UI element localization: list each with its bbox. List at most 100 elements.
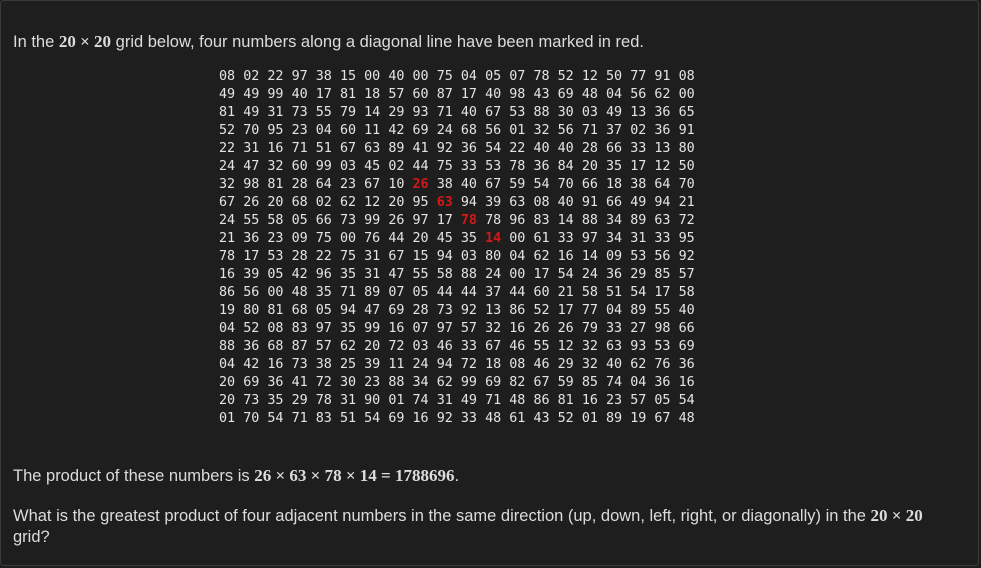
- grid-number: 00: [412, 69, 429, 84]
- grid-number: 48: [291, 285, 308, 300]
- grid-number: 40: [460, 105, 477, 120]
- grid-number: 34: [606, 213, 623, 228]
- grid-number: 00: [509, 231, 526, 246]
- grid-number: 31: [364, 267, 381, 282]
- grid-number: 40: [460, 177, 477, 192]
- grid-number: 99: [460, 375, 477, 390]
- grid-number: 05: [412, 285, 429, 300]
- grid-number: 32: [485, 321, 502, 336]
- question-text-before: What is the greatest product of four adj…: [13, 507, 871, 525]
- grid-number: 88: [533, 105, 550, 120]
- grid-number: 86: [219, 285, 236, 300]
- grid-number: 67: [364, 177, 381, 192]
- grid-number: 44: [436, 285, 453, 300]
- number-grid: 08 02 22 97 38 15 00 40 00 75 04 05 07 7…: [219, 68, 695, 428]
- grid-number: 20: [364, 339, 381, 354]
- grid-number: 50: [606, 69, 623, 84]
- grid-number: 18: [606, 177, 623, 192]
- grid-number: 62: [339, 195, 357, 210]
- grid-number: 63: [606, 339, 623, 354]
- grid-number: 05: [315, 303, 332, 318]
- grid-row: 78 17 53 28 22 75 31 67 15 94 03 80 04 6…: [219, 248, 695, 266]
- grid-number: 72: [678, 213, 695, 228]
- grid-number: 71: [436, 105, 453, 120]
- grid-number: 69: [485, 375, 502, 390]
- grid-row: 86 56 00 48 35 71 89 07 05 44 44 37 44 6…: [219, 284, 695, 302]
- grid-number: 07: [412, 321, 429, 336]
- grid-number: 16: [219, 267, 236, 282]
- grid-number: 16: [678, 375, 695, 390]
- grid-number: 66: [678, 321, 695, 336]
- grid-number: 31: [267, 105, 284, 120]
- grid-row: 32 98 81 28 64 23 67 10 26 38 40 67 59 5…: [219, 176, 695, 194]
- grid-number: 44: [388, 231, 405, 246]
- grid-number: 15: [339, 69, 357, 84]
- grid-number: 43: [533, 411, 550, 426]
- grid-number: 31: [243, 141, 260, 156]
- grid-number: 36: [606, 267, 623, 282]
- grid-number: 46: [533, 357, 550, 372]
- grid-number: 67: [219, 195, 236, 210]
- grid-number: 32: [581, 339, 598, 354]
- grid-number: 52: [557, 69, 574, 84]
- grid-number: 93: [630, 339, 647, 354]
- grid-number: 35: [339, 321, 357, 336]
- grid-number: 94: [654, 195, 671, 210]
- grid-number: 17: [533, 267, 550, 282]
- grid-number: 89: [606, 411, 623, 426]
- grid-number: 39: [364, 357, 381, 372]
- grid-number: 16: [267, 357, 284, 372]
- grid-number: 51: [606, 285, 623, 300]
- grid-number: 04: [460, 69, 477, 84]
- grid-number: 98: [509, 87, 526, 102]
- grid-number: 09: [291, 231, 308, 246]
- grid-number: 29: [630, 267, 647, 282]
- grid-number: 68: [267, 339, 284, 354]
- marked-grid-number: 63: [436, 195, 453, 210]
- grid-number: 97: [315, 321, 332, 336]
- grid-row: 16 39 05 42 96 35 31 47 55 58 88 24 00 1…: [219, 266, 695, 284]
- grid-number: 65: [678, 105, 695, 120]
- grid-number: 24: [412, 357, 429, 372]
- grid-number: 10: [388, 177, 405, 192]
- grid-number: 92: [436, 411, 453, 426]
- grid-number: 01: [509, 123, 526, 138]
- grid-number: 95: [267, 123, 284, 138]
- grid-number: 56: [243, 285, 260, 300]
- grid-number: 75: [315, 231, 332, 246]
- grid-number: 75: [339, 249, 357, 264]
- grid-number: 28: [412, 303, 429, 318]
- intro-grid-size: 20 × 20: [58, 32, 112, 51]
- grid-number: 12: [557, 339, 574, 354]
- grid-number: 91: [678, 123, 695, 138]
- grid-number: 46: [436, 339, 453, 354]
- grid-number: 91: [581, 195, 598, 210]
- grid-number: 68: [291, 195, 308, 210]
- grid-number: 14: [364, 105, 381, 120]
- grid-number: 55: [412, 267, 429, 282]
- grid-number: 38: [630, 177, 647, 192]
- grid-number: 47: [364, 303, 381, 318]
- grid-number: 52: [557, 411, 574, 426]
- grid-number: 97: [291, 69, 308, 84]
- grid-number: 07: [388, 285, 405, 300]
- grid-number: 08: [267, 321, 284, 336]
- grid-number: 30: [339, 375, 357, 390]
- grid-number: 36: [460, 141, 477, 156]
- grid-number: 28: [581, 141, 598, 156]
- grid-number: 16: [509, 321, 526, 336]
- grid-number: 91: [654, 69, 671, 84]
- grid-number: 03: [460, 249, 477, 264]
- grid-number: 40: [557, 195, 574, 210]
- grid-number: 16: [412, 411, 429, 426]
- grid-number: 99: [267, 87, 284, 102]
- grid-number: 80: [485, 249, 502, 264]
- grid-number: 66: [581, 177, 598, 192]
- grid-number: 55: [533, 339, 550, 354]
- grid-number: 12: [581, 69, 598, 84]
- grid-number: 67: [533, 375, 550, 390]
- grid-number: 63: [654, 213, 671, 228]
- grid-number: 35: [606, 159, 623, 174]
- grid-number: 59: [557, 375, 574, 390]
- grid-number: 58: [581, 285, 598, 300]
